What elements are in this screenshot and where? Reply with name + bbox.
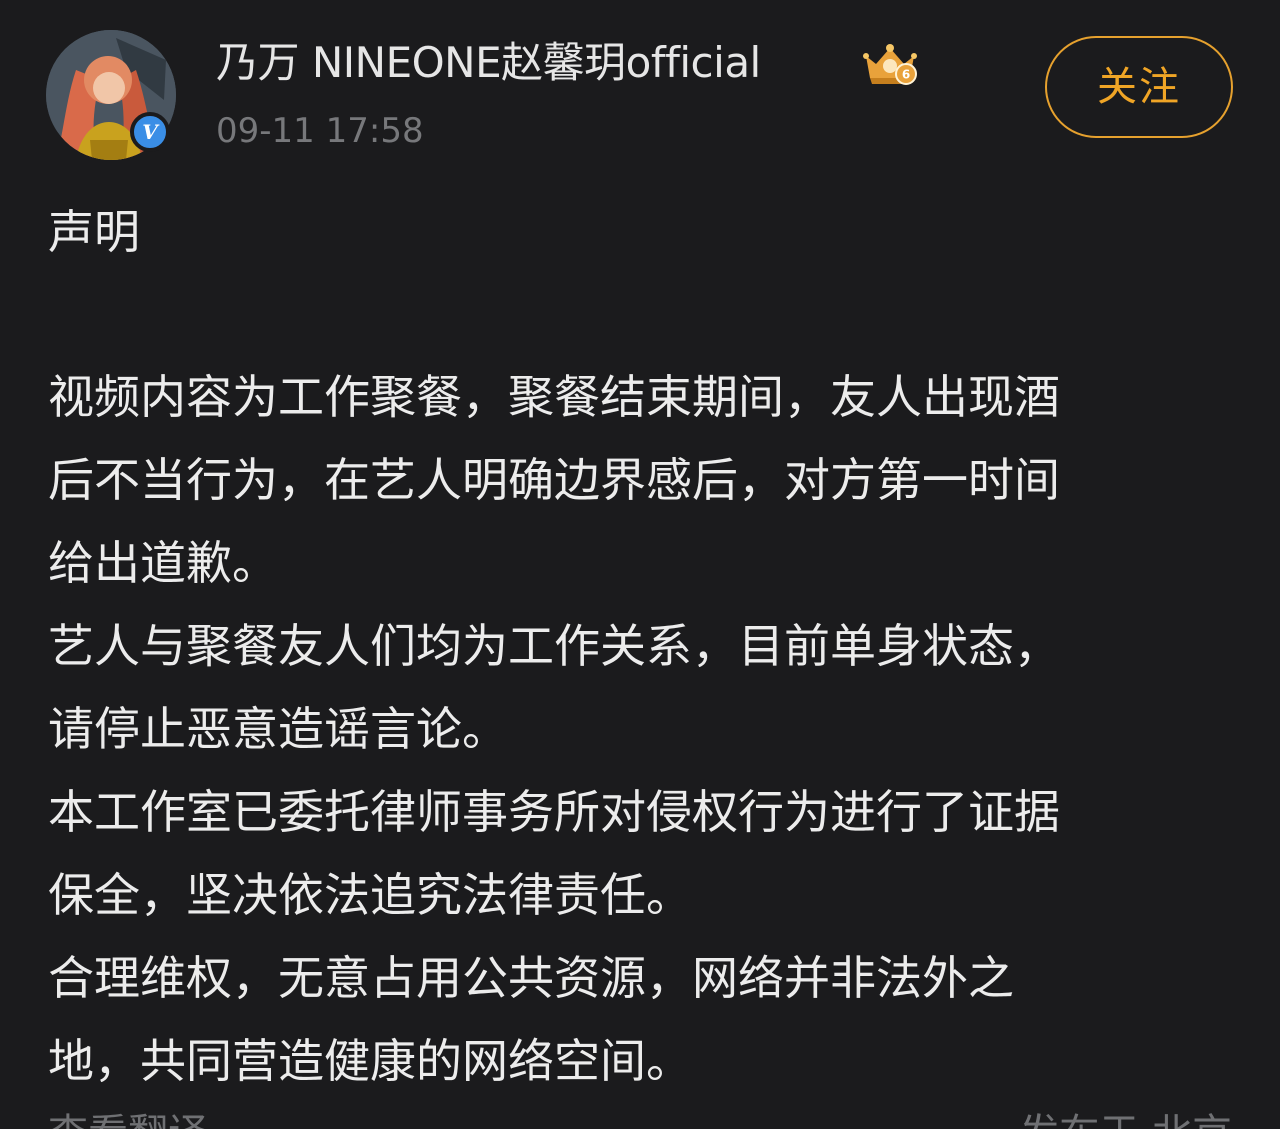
post-text-line: 保全，坚决依法追究法律责任。 — [48, 868, 692, 922]
post-text-line: 视频内容为工作聚餐，聚餐结束期间，友人出现酒 — [48, 370, 1060, 424]
translate-link[interactable]: 查看翻译 — [48, 1110, 208, 1129]
post-header: V 乃万 NINEONE赵馨玥official 6 09-11 17:58 关注 — [0, 0, 1280, 170]
post-footer: 查看翻译 发布于 北京 — [0, 1106, 1280, 1129]
post-text-line: 地，共同营造健康的网络空间。 — [48, 1034, 692, 1088]
post-location: 发布于 北京 — [1019, 1110, 1232, 1129]
post-text-line: 合理维权，无意占用公共资源，网络并非法外之 — [48, 951, 1014, 1005]
follow-button[interactable]: 关注 — [1045, 36, 1233, 138]
post-text-line: 后不当行为，在艺人明确边界感后，对方第一时间 — [48, 453, 1060, 507]
verified-badge-icon: V — [130, 112, 170, 152]
post-timestamp: 09-11 17:58 — [216, 111, 424, 151]
post-text-line: 给出道歉。 — [48, 536, 278, 590]
vip-level-badge-icon: 6 — [863, 44, 917, 85]
vip-level-number: 6 — [902, 68, 910, 82]
post-text-line: 本工作室已委托律师事务所对侵权行为进行了证据 — [48, 785, 1060, 839]
post-text-line: 请停止恶意造谣言论。 — [48, 702, 508, 756]
post-text-line: 艺人与聚餐友人们均为工作关系，目前单身状态， — [48, 619, 1060, 673]
post-title: 声明 — [48, 205, 140, 259]
post-body: 声明 视频内容为工作聚餐，聚餐结束期间，友人出现酒 后不当行为，在艺人明确边界感… — [48, 190, 1208, 1103]
username[interactable]: 乃万 NINEONE赵馨玥official — [216, 34, 761, 92]
